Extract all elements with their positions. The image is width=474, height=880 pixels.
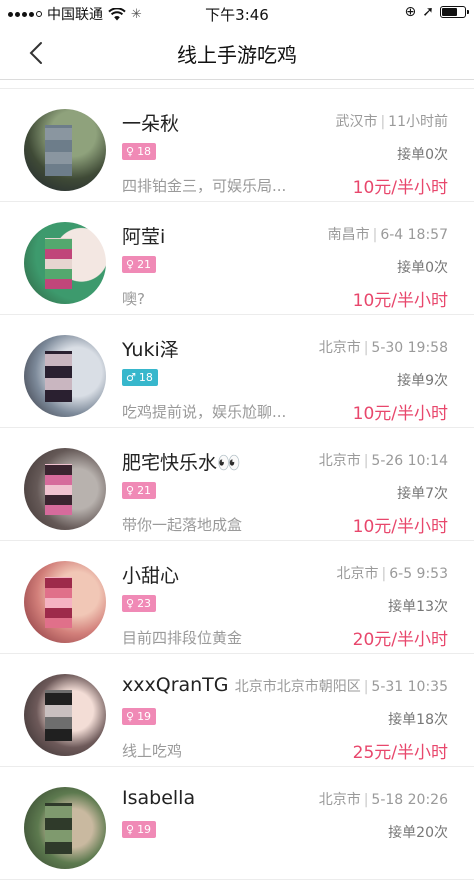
gender-icon: ♀: [126, 597, 135, 610]
price-label: 10元/半小时: [352, 178, 448, 198]
age-value: 18: [138, 371, 153, 384]
navigation-bar: 线上手游吃鸡: [0, 26, 474, 80]
gender-age-badge: ♂ 18: [122, 369, 158, 386]
avatar[interactable]: [24, 674, 106, 756]
player-name: 一朵秋: [122, 113, 180, 135]
active-time: 6-4 18:57: [380, 227, 448, 243]
price-label: 10元/半小时: [352, 517, 448, 537]
active-time: 6-5 9:53: [389, 566, 448, 582]
page-title: 线上手游吃鸡: [177, 43, 297, 67]
player-name: Isabella: [122, 787, 196, 809]
city-label: 北京市: [318, 792, 361, 808]
location-time: 北京市 | 5-30 19:58: [318, 340, 448, 356]
active-time: 5-30 19:58: [371, 340, 448, 356]
age-value: 19: [137, 710, 152, 723]
player-name: 阿莹i: [122, 226, 166, 248]
active-time: 11小时前: [388, 114, 448, 130]
gender-age-badge: ♀ 21: [122, 482, 157, 499]
location-time: 北京市北京市朝阳区 | 5-31 10:35: [234, 679, 448, 695]
player-name: Yuki泽: [122, 339, 179, 361]
player-card[interactable]: 小甜心 ♀ 23 目前四排段位黄金 北京市 | 6-5 9:53 接单13次 20元…: [0, 541, 474, 654]
player-intro: 噢?: [122, 290, 145, 308]
player-intro: 四排铂金三，可娱乐局...: [122, 177, 287, 195]
player-intro: 线上吃鸡: [122, 742, 183, 760]
gender-age-badge: ♀ 19: [122, 708, 157, 725]
city-label: 南昌市: [327, 227, 370, 243]
gender-icon: ♀: [126, 258, 135, 271]
player-intro: 目前四排段位黄金: [122, 629, 243, 647]
location-time: 北京市 | 6-5 9:53: [336, 566, 448, 582]
gender-icon: ♀: [126, 484, 135, 497]
status-time: 下午3:46: [205, 6, 269, 24]
player-name: xxxQranTG: [122, 674, 229, 696]
avatar[interactable]: [24, 561, 106, 643]
player-card[interactable]: xxxQranTG ♀ 19 线上吃鸡 北京市北京市朝阳区 | 5-31 10:35…: [0, 654, 474, 767]
city-label: 北京市: [336, 566, 379, 582]
lock-rotation-icon: ⊕: [404, 4, 417, 20]
active-time: 5-18 20:26: [371, 792, 448, 808]
player-card[interactable]: Isabella ♀ 19 北京市 | 5-18 20:26 接单20次: [0, 767, 474, 880]
order-count: 接单0次: [397, 260, 448, 276]
location-time: 北京市 | 5-26 10:14: [318, 453, 448, 469]
mosaic-blur: [45, 464, 72, 516]
order-count: 接单20次: [388, 825, 448, 841]
mosaic-blur: [45, 690, 72, 742]
player-card[interactable]: 阿莹i ♀ 21 噢? 南昌市 | 6-4 18:57 接单0次 10元/半小时: [0, 202, 474, 315]
player-intro: 吃鸡提前说，娱乐尬聊...: [122, 403, 287, 421]
city-label: 武汉市: [335, 114, 378, 130]
city-label: 北京市: [318, 340, 361, 356]
gender-icon: ♀: [126, 823, 135, 836]
age-value: 18: [137, 145, 152, 158]
gender-icon: ♀: [126, 710, 135, 723]
city-label: 北京市: [318, 453, 361, 469]
order-count: 接单18次: [388, 712, 448, 728]
gender-age-badge: ♀ 19: [122, 821, 157, 838]
age-value: 21: [137, 258, 152, 271]
mosaic-blur: [45, 803, 72, 855]
list-divider: [0, 80, 474, 89]
order-count: 接单0次: [397, 147, 448, 163]
order-count: 接单9次: [397, 373, 448, 389]
active-time: 5-31 10:35: [371, 679, 448, 695]
player-card[interactable]: 肥宅快乐水👀 ♀ 21 带你一起落地成盒 北京市 | 5-26 10:14 接单7次…: [0, 428, 474, 541]
age-value: 23: [137, 597, 152, 610]
gender-age-badge: ♀ 21: [122, 256, 157, 273]
player-name: 肥宅快乐水👀: [122, 452, 241, 474]
player-name: 小甜心: [122, 565, 180, 587]
player-list[interactable]: 一朵秋 ♀ 18 四排铂金三，可娱乐局... 武汉市 | 11小时前 接单0次 10…: [0, 80, 474, 880]
gender-age-badge: ♀ 18: [122, 143, 157, 160]
player-card[interactable]: Yuki泽 ♂ 18 吃鸡提前说，娱乐尬聊... 北京市 | 5-30 19:58 …: [0, 315, 474, 428]
active-time: 5-26 10:14: [371, 453, 448, 469]
avatar[interactable]: [24, 109, 106, 191]
price-label: 10元/半小时: [352, 291, 448, 311]
avatar[interactable]: [24, 448, 106, 530]
avatar[interactable]: [24, 335, 106, 417]
mosaic-blur: [45, 125, 72, 177]
location-time: 武汉市 | 11小时前: [335, 114, 448, 130]
order-count: 接单13次: [388, 599, 448, 615]
age-value: 21: [137, 484, 152, 497]
price-label: 10元/半小时: [352, 404, 448, 424]
avatar[interactable]: [24, 222, 106, 304]
status-bar: 中国联通 ✳ 下午3:46 ⊕ ➚: [0, 0, 474, 26]
player-card[interactable]: 一朵秋 ♀ 18 四排铂金三，可娱乐局... 武汉市 | 11小时前 接单0次 10…: [0, 89, 474, 202]
location-icon: ➚: [422, 4, 434, 20]
avatar[interactable]: [24, 787, 106, 869]
player-intro: 带你一起落地成盒: [122, 516, 243, 534]
battery-icon: [440, 6, 469, 18]
price-label: 25元/半小时: [352, 743, 448, 763]
mosaic-blur: [45, 238, 72, 290]
gender-icon: ♂: [126, 371, 136, 384]
gender-age-badge: ♀ 23: [122, 595, 157, 612]
age-value: 19: [137, 823, 152, 836]
price-label: 20元/半小时: [352, 630, 448, 650]
order-count: 接单7次: [397, 486, 448, 502]
mosaic-blur: [45, 351, 72, 403]
mosaic-blur: [45, 577, 72, 629]
location-time: 南昌市 | 6-4 18:57: [327, 227, 448, 243]
location-time: 北京市 | 5-18 20:26: [318, 792, 448, 808]
gender-icon: ♀: [126, 145, 135, 158]
city-label: 北京市北京市朝阳区: [234, 679, 361, 695]
